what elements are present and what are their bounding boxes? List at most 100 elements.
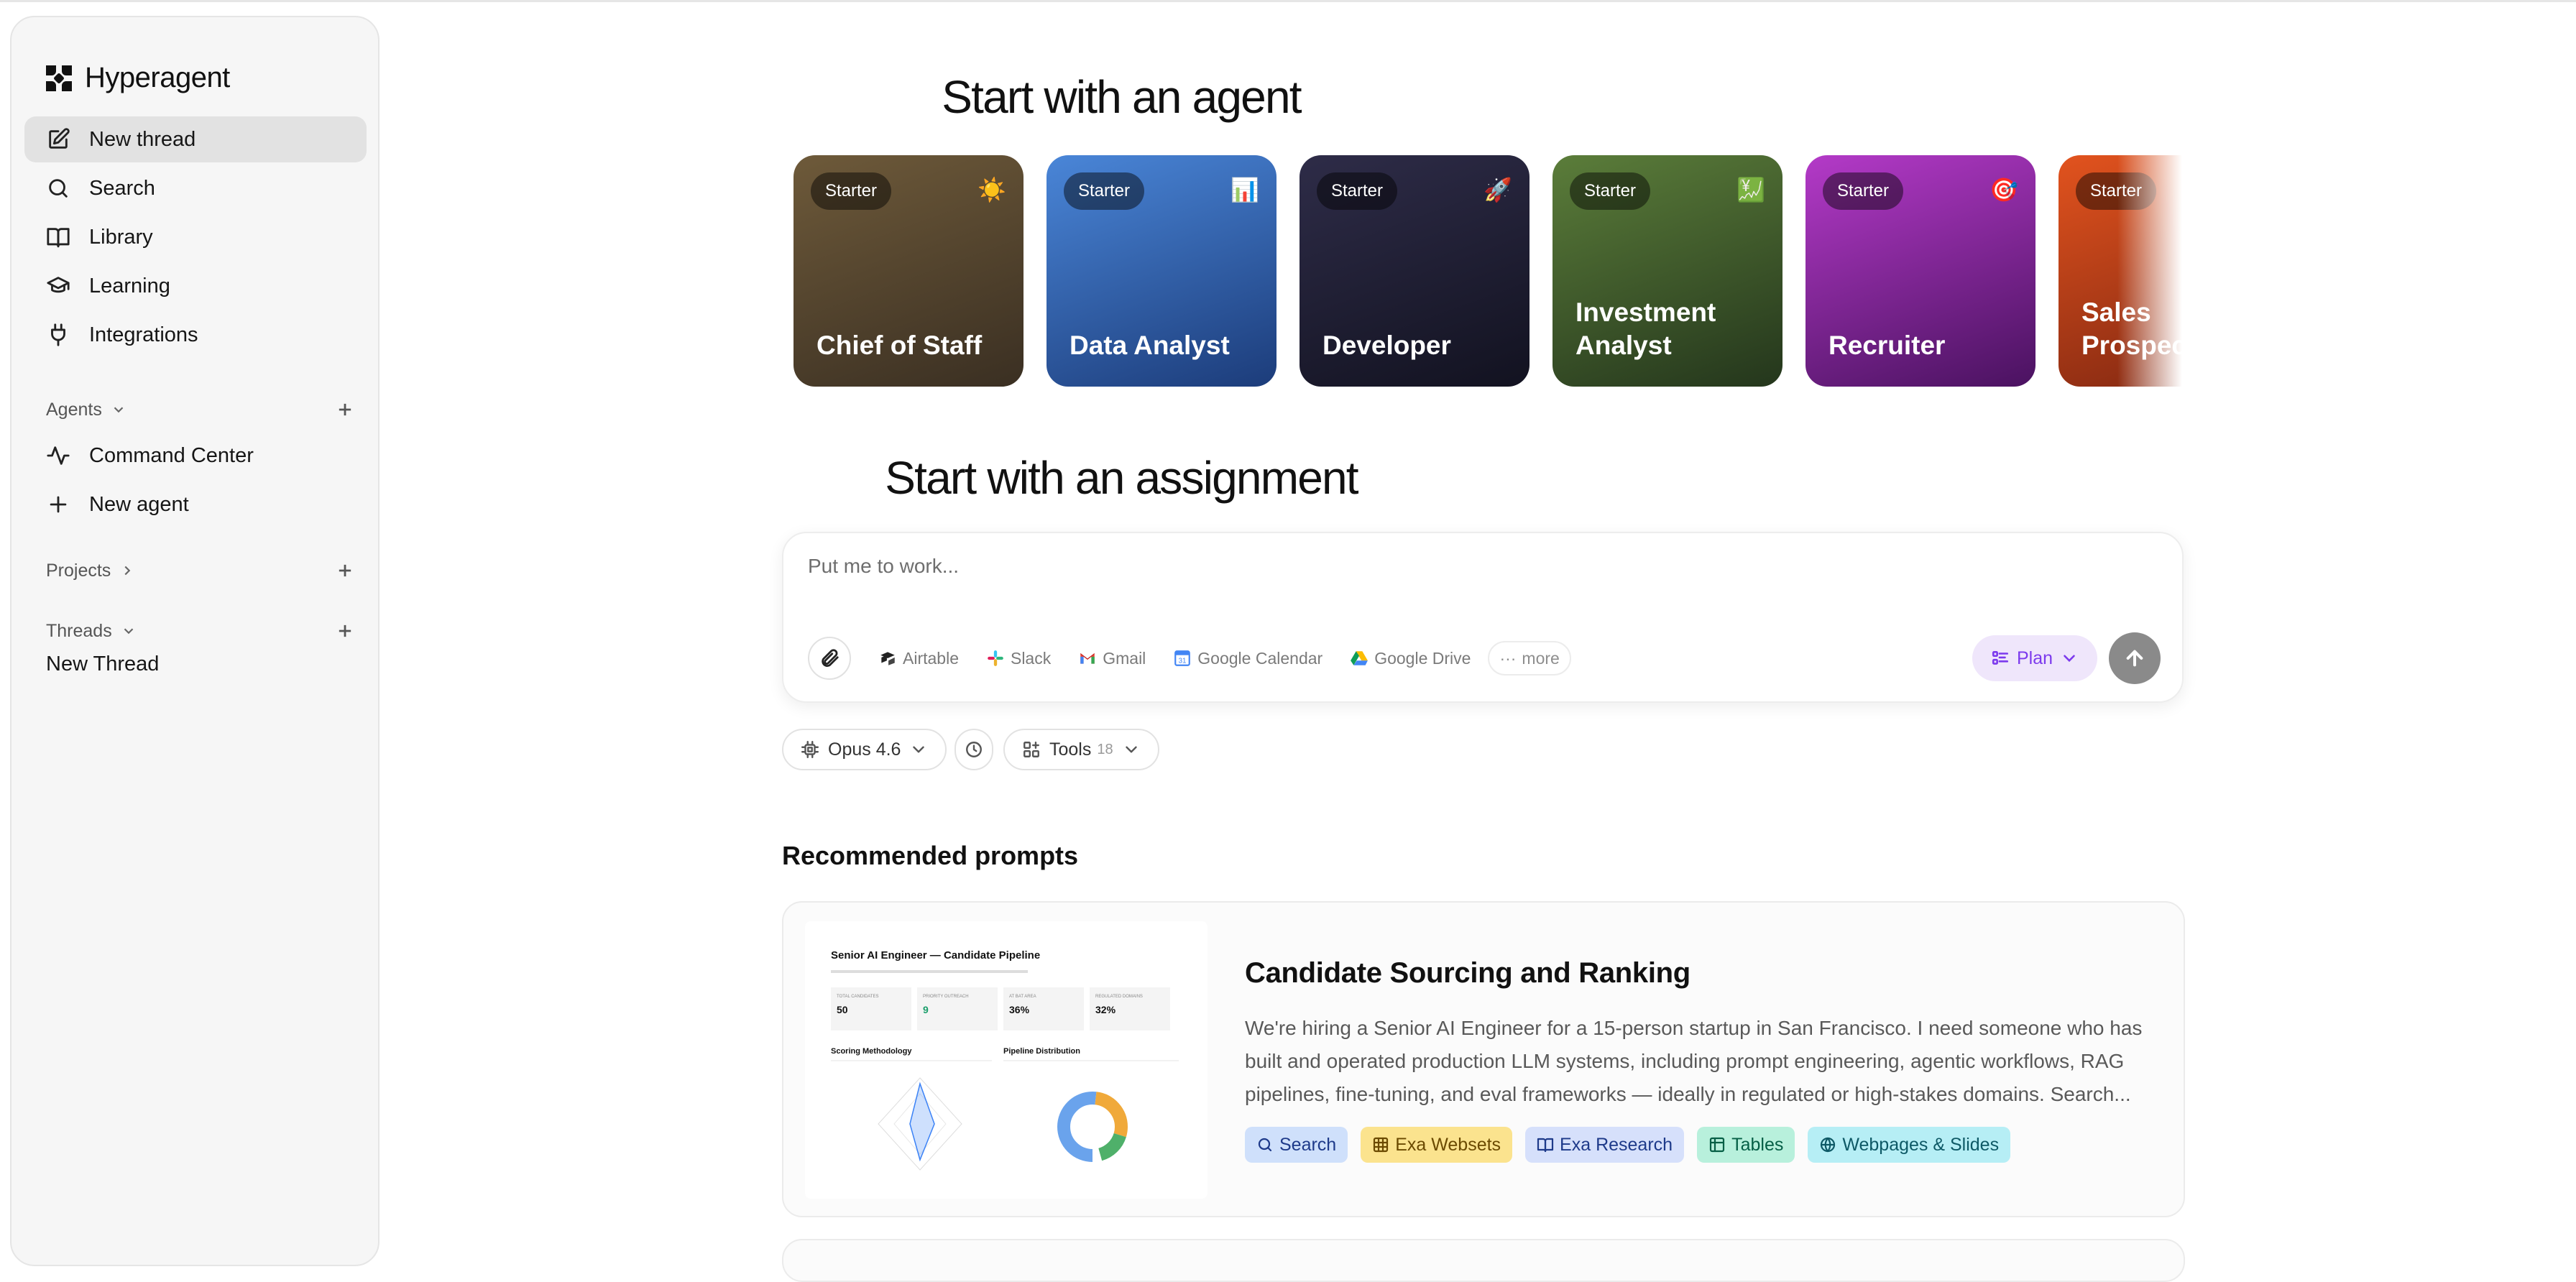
integration-more-button[interactable]: ··· more bbox=[1488, 641, 1571, 675]
table-icon bbox=[1709, 1137, 1725, 1153]
agent-cards-carousel: Starter ☀️ Chief of Staff Starter 📊 Data… bbox=[794, 155, 2182, 387]
section-threads-label: Threads bbox=[46, 620, 112, 641]
stat-label: TOTAL CANDIDATES bbox=[837, 995, 878, 999]
chevron-right-icon bbox=[124, 566, 131, 576]
agent-card-developer[interactable]: Starter 🚀 Developer bbox=[1300, 155, 1530, 387]
slack-icon bbox=[988, 650, 1003, 666]
prompt-description: We're hiring a Senior AI Engineer for a … bbox=[1245, 1017, 2143, 1105]
sidebar-item-label: Command Center bbox=[89, 443, 254, 467]
starter-badge: Starter bbox=[1570, 172, 1651, 210]
stat-value: 50 bbox=[837, 1004, 848, 1015]
recommended-heading: Recommended prompts bbox=[782, 841, 1079, 870]
integration-airtable[interactable]: Airtable bbox=[868, 641, 969, 675]
sidebar: Hyperagent New thread Search Library Lea… bbox=[10, 16, 380, 1266]
agents-heading: Start with an agent bbox=[942, 71, 1302, 123]
sidebar-item-label: Integrations bbox=[89, 323, 198, 346]
svg-text:31: 31 bbox=[1179, 658, 1187, 665]
agent-card-title: Data Analyst bbox=[1070, 331, 1230, 360]
integration-google-drive[interactable]: Google Drive bbox=[1340, 641, 1481, 675]
brand[interactable]: Hyperagent bbox=[43, 62, 230, 94]
graduation-cap-icon bbox=[47, 277, 70, 293]
sidebar-item-new-agent[interactable]: New agent bbox=[24, 481, 367, 527]
logo-icon bbox=[46, 65, 72, 91]
agent-card-recruiter[interactable]: Starter 🎯 Recruiter bbox=[1806, 155, 2036, 387]
thumbnail-preview: Senior AI Engineer — Candidate Pipeline … bbox=[831, 949, 1179, 1171]
tag-label: Tables bbox=[1731, 1134, 1784, 1155]
prompt-thumbnail: Senior AI Engineer — Candidate Pipeline … bbox=[805, 921, 1208, 1199]
add-agent-plus-icon[interactable] bbox=[335, 400, 355, 420]
sidebar-item-label: Library bbox=[89, 225, 153, 249]
recommended-prompt-card[interactable] bbox=[782, 1239, 2185, 1282]
prompt-input[interactable]: Put me to work... bbox=[808, 555, 959, 578]
schedule-button[interactable] bbox=[954, 729, 993, 770]
globe-icon bbox=[1821, 1137, 1836, 1153]
composer: Put me to work... Airtable Slack Gmail 3… bbox=[782, 532, 2184, 703]
stat-label: AT BAT AREA bbox=[1009, 995, 1036, 999]
assignment-heading: Start with an assignment bbox=[885, 452, 1358, 504]
plan-mode-dropdown[interactable]: Plan bbox=[1972, 635, 2097, 681]
sidebar-item-label: New thread bbox=[89, 127, 196, 151]
tools-selector[interactable]: Tools 18 bbox=[1003, 729, 1159, 770]
chevron-down-icon bbox=[2064, 655, 2075, 663]
app-name: Hyperagent bbox=[85, 62, 230, 93]
radar-chart bbox=[878, 1077, 962, 1171]
agent-card-title: Investment Analyst bbox=[1576, 298, 1716, 360]
agent-card-chief-of-staff[interactable]: Starter ☀️ Chief of Staff bbox=[794, 155, 1024, 387]
sidebar-item-label: New agent bbox=[89, 492, 189, 516]
attach-button[interactable] bbox=[808, 637, 851, 680]
integration-gmail[interactable]: Gmail bbox=[1068, 641, 1156, 675]
tag-label: Webpages & Slides bbox=[1842, 1134, 2000, 1155]
sun-icon: ☀️ bbox=[978, 177, 1006, 203]
tag-label: Exa Research bbox=[1560, 1134, 1673, 1155]
left-chart-title: Scoring Methodology bbox=[831, 1047, 912, 1056]
stat-label: PRIORITY OUTREACH bbox=[923, 995, 969, 999]
sidebar-item-search[interactable]: Search bbox=[24, 165, 367, 211]
agent-card-data-analyst[interactable]: Starter 📊 Data Analyst bbox=[1046, 155, 1276, 387]
cpu-icon bbox=[801, 740, 819, 759]
activity-icon bbox=[47, 446, 70, 465]
model-selector[interactable]: Opus 4.6 bbox=[782, 729, 947, 770]
thumbnail-title: Senior AI Engineer — Candidate Pipeline bbox=[831, 949, 1040, 962]
section-agents[interactable]: Agents bbox=[46, 395, 355, 424]
rocket-icon: 🚀 bbox=[1484, 177, 1512, 203]
chart-up-icon: 💹 bbox=[1736, 177, 1765, 203]
agent-card-title: Developer bbox=[1322, 331, 1451, 360]
sidebar-item-integrations[interactable]: Integrations bbox=[24, 312, 367, 358]
add-thread-plus-icon[interactable] bbox=[335, 621, 355, 641]
sidebar-item-command-center[interactable]: Command Center bbox=[24, 433, 367, 479]
integration-label: Google Calendar bbox=[1197, 648, 1323, 668]
tag-webpages-slides: Webpages & Slides bbox=[1808, 1127, 2011, 1163]
model-label: Opus 4.6 bbox=[828, 739, 901, 760]
plan-label: Plan bbox=[2016, 647, 2053, 668]
section-projects-label: Projects bbox=[46, 560, 111, 581]
agent-card-investment-analyst[interactable]: Starter 💹 Investment Analyst bbox=[1552, 155, 1782, 387]
paperclip-icon bbox=[822, 649, 839, 667]
chevron-down-icon bbox=[1125, 746, 1137, 753]
stat-value: 9 bbox=[923, 1004, 929, 1015]
book-icon bbox=[47, 228, 70, 248]
section-projects[interactable]: Projects bbox=[46, 556, 355, 585]
tools-grid-icon bbox=[1024, 742, 1039, 757]
tag-label: Search bbox=[1279, 1134, 1337, 1155]
tag-exa-websets: Exa Websets bbox=[1361, 1127, 1513, 1163]
gmail-icon bbox=[1080, 653, 1095, 664]
integration-label: Google Drive bbox=[1374, 648, 1471, 668]
prompt-title: Candidate Sourcing and Ranking bbox=[1245, 957, 1690, 989]
agent-card-title: Chief of Staff bbox=[816, 331, 983, 360]
search-icon bbox=[1258, 1138, 1272, 1152]
sidebar-item-library[interactable]: Library bbox=[24, 214, 367, 260]
send-button[interactable] bbox=[2109, 632, 2161, 684]
tag-exa-research: Exa Research bbox=[1525, 1127, 1685, 1163]
plus-icon bbox=[50, 496, 67, 513]
integration-google-calendar[interactable]: 31 Google Calendar bbox=[1163, 641, 1333, 675]
section-threads[interactable]: Threads bbox=[46, 617, 355, 645]
sidebar-item-new-thread[interactable]: New thread bbox=[24, 116, 367, 162]
recommended-prompt-card[interactable]: Senior AI Engineer — Candidate Pipeline … bbox=[782, 901, 2185, 1217]
thread-item[interactable]: New Thread bbox=[46, 652, 159, 676]
starter-badge: Starter bbox=[1317, 172, 1398, 210]
prompt-tags: Search Exa Websets Exa Research Tables W… bbox=[1245, 1127, 2011, 1163]
sidebar-item-learning[interactable]: Learning bbox=[24, 263, 367, 309]
search-icon bbox=[49, 179, 68, 198]
integration-slack[interactable]: Slack bbox=[976, 641, 1061, 675]
add-project-plus-icon[interactable] bbox=[335, 561, 355, 581]
